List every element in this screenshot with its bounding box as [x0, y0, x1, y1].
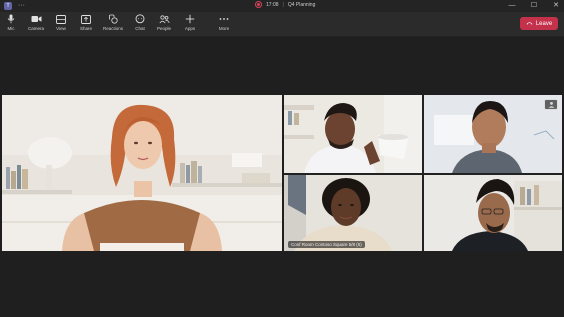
chat-button[interactable]: Chat — [129, 14, 151, 34]
mic-label: Mic — [7, 26, 15, 31]
title-bar: T ··· 17:08 | Q4 Planning — ☐ ✕ — [0, 0, 564, 12]
teams-logo-icon: T — [4, 2, 12, 10]
more-button[interactable]: More — [213, 14, 235, 34]
view-button[interactable]: View — [50, 14, 72, 34]
mic-icon — [5, 14, 17, 24]
title-separator: | — [282, 1, 284, 8]
camera-label: Camera — [27, 26, 44, 31]
room-name-tag: Conf Room Contoso Square 5/8 (5) — [288, 241, 365, 248]
camera-button[interactable]: Camera — [25, 14, 47, 34]
window-controls: — ☐ ✕ — [508, 1, 560, 10]
video-feed — [284, 95, 562, 251]
apps-button[interactable]: Apps — [179, 14, 201, 34]
reactions-icon — [107, 14, 119, 24]
apps-icon — [184, 14, 196, 24]
apps-label: Apps — [184, 26, 196, 31]
meeting-toolbar: Mic Camera View Share Reactions Chat Peo… — [0, 12, 564, 37]
reactions-button[interactable]: Reactions — [102, 14, 124, 34]
people-label: People — [156, 26, 171, 31]
room-view-icon[interactable] — [544, 99, 558, 110]
more-label: More — [218, 26, 230, 31]
share-icon — [80, 14, 92, 24]
video-feed — [2, 95, 282, 251]
chat-icon — [134, 14, 146, 24]
view-icon — [55, 14, 67, 24]
meeting-timer: 17:08 — [266, 1, 279, 8]
people-button[interactable]: People — [153, 14, 175, 34]
share-label: Share — [79, 26, 92, 31]
maximize-button[interactable]: ☐ — [530, 1, 538, 10]
mic-button[interactable]: Mic — [0, 14, 22, 34]
hang-up-icon — [526, 21, 533, 27]
people-icon — [158, 14, 170, 24]
view-label: View — [56, 26, 66, 31]
close-button[interactable]: ✕ — [552, 1, 560, 10]
reactions-label: Reactions — [102, 26, 123, 31]
recording-icon — [255, 1, 262, 8]
participant-video-main[interactable] — [2, 95, 282, 251]
more-icon — [218, 14, 230, 24]
chat-label: Chat — [135, 26, 145, 31]
camera-icon — [30, 14, 42, 24]
more-options-icon[interactable]: ··· — [18, 2, 25, 10]
meeting-title: Q4 Planning — [287, 1, 316, 8]
leave-button[interactable]: Leave — [520, 17, 558, 30]
share-button[interactable]: Share — [75, 14, 97, 34]
participant-video-room[interactable]: Conf Room Contoso Square 5/8 (5) — [284, 95, 562, 251]
leave-label: Leave — [535, 20, 553, 27]
meeting-info: 17:08 | Q4 Planning — [255, 1, 315, 8]
minimize-button[interactable]: — — [508, 1, 516, 10]
